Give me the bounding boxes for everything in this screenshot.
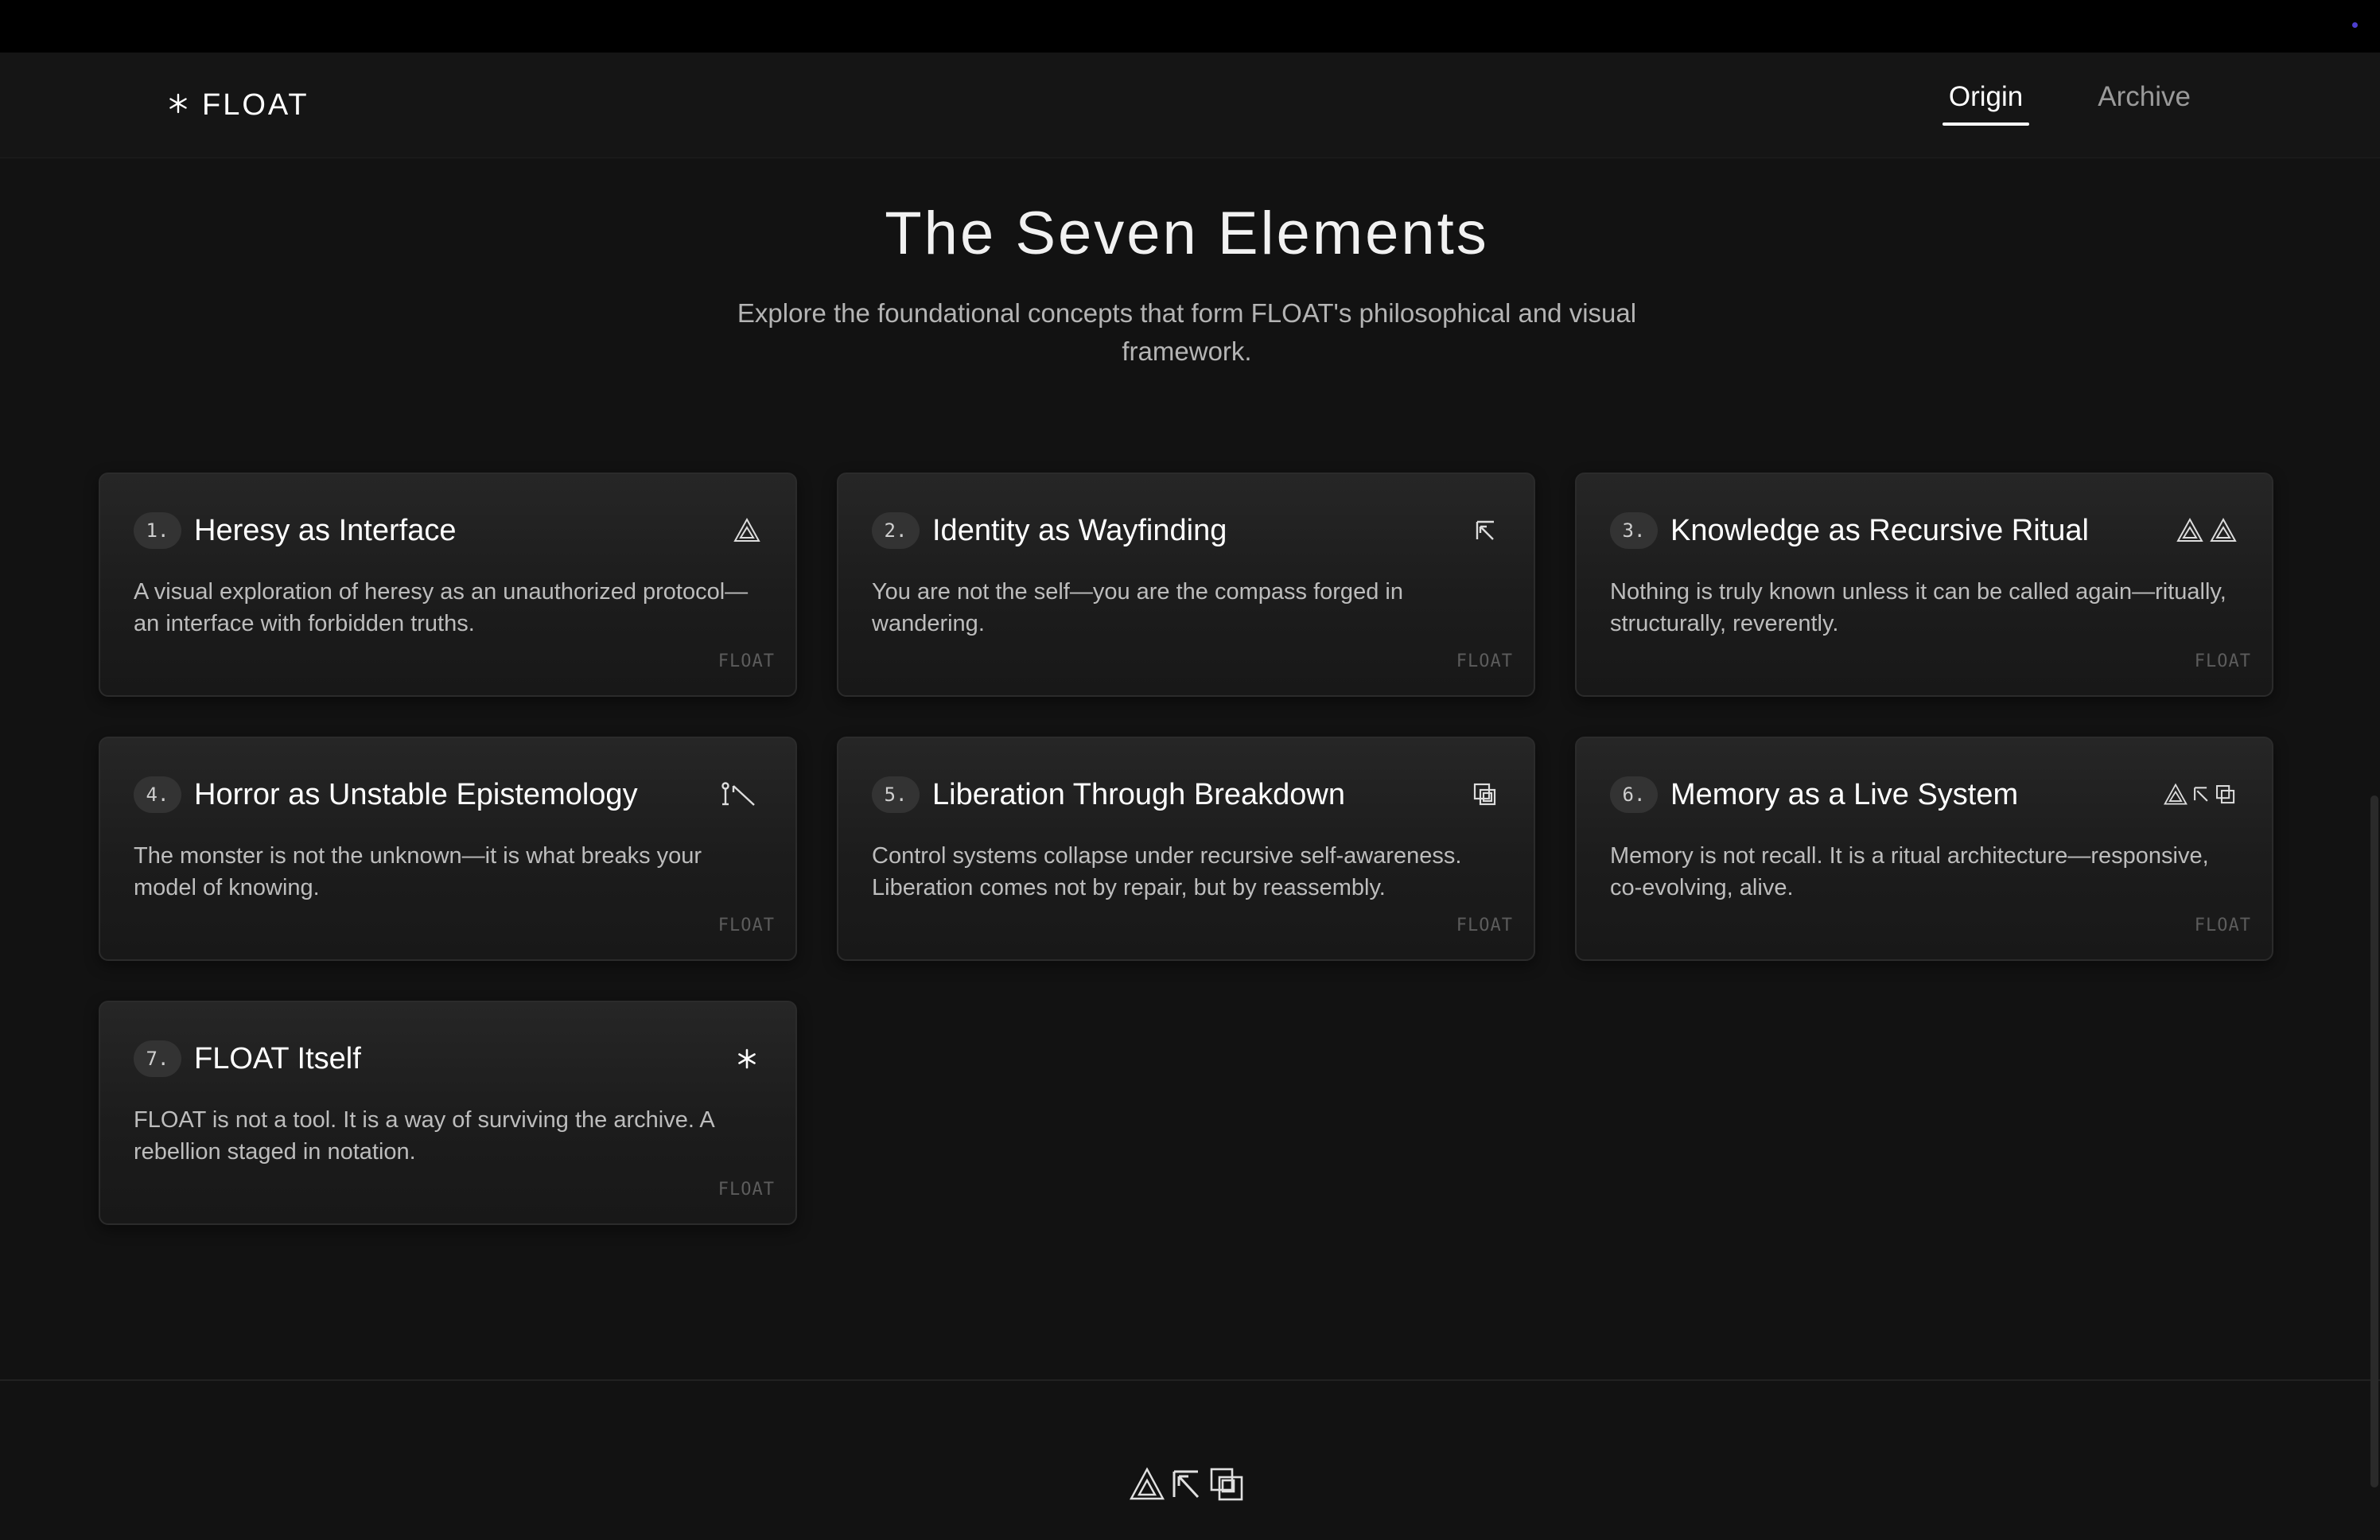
card-title: Knowledge as Recursive Ritual [1670, 513, 2089, 547]
card-number: 4. [134, 776, 181, 813]
card-description: You are not the self—you are the compass… [872, 579, 1403, 636]
card-description: Control systems collapse under recursive… [872, 843, 1462, 900]
window-top-bar [0, 0, 2380, 52]
card-title: Heresy as Interface [194, 513, 457, 547]
card-tag: FLOAT [718, 651, 775, 671]
element-card-2[interactable]: 2. Identity as Wayfinding You are not th… [837, 472, 1535, 697]
card-title: Liberation Through Breakdown [932, 777, 1345, 811]
card-number: 6. [1610, 776, 1658, 813]
triangle-icon [732, 515, 762, 546]
card-description: FLOAT is not a tool. It is a way of surv… [134, 1107, 714, 1165]
element-card-1[interactable]: 1. Heresy as Interface A visual explorat… [99, 472, 797, 697]
overlapping-squares-icon [1470, 780, 1500, 810]
site-header: FLOAT Origin Archive [0, 52, 2380, 158]
card-tag: FLOAT [718, 1180, 775, 1200]
status-dot [2352, 22, 2358, 28]
element-card-6[interactable]: 6. Memory as a Live System Memory is not… [1575, 737, 2273, 961]
card-tag: FLOAT [2194, 651, 2251, 671]
card-title: Horror as Unstable Epistemology [194, 777, 638, 811]
asterisk-icon [732, 1044, 762, 1074]
asterisk-icon [167, 92, 189, 119]
card-tag: FLOAT [2194, 916, 2251, 935]
footer-glyphs [1128, 1465, 1246, 1507]
element-card-4[interactable]: 4. Horror as Unstable Epistemology The m… [99, 737, 797, 961]
logo[interactable]: FLOAT [167, 81, 309, 129]
main-nav: Origin Archive [1942, 76, 2197, 126]
arrow-up-left-icon [1168, 1465, 1206, 1507]
double-triangle-icon [2175, 515, 2238, 546]
element-card-3[interactable]: 3. Knowledge as Recursive Ritual Nothing… [1575, 472, 2273, 697]
card-number: 7. [134, 1040, 181, 1077]
card-title: Identity as Wayfinding [932, 513, 1227, 547]
card-title: FLOAT Itself [194, 1041, 361, 1075]
card-description: Memory is not recall. It is a ritual arc… [1610, 843, 2209, 900]
overlapping-squares-icon [1208, 1465, 1246, 1507]
site-footer [0, 1379, 2380, 1540]
arrow-up-left-icon [1470, 515, 1500, 546]
card-tag: FLOAT [718, 916, 775, 935]
tab-archive[interactable]: Archive [2091, 76, 2197, 126]
logo-text: FLOAT [202, 88, 309, 122]
scrollbar[interactable] [2370, 795, 2378, 1488]
element-card-7[interactable]: 7. FLOAT Itself FLOAT is not a tool. It … [99, 1001, 797, 1225]
element-card-5[interactable]: 5. Liberation Through Breakdown Control … [837, 737, 1535, 961]
card-number: 5. [872, 776, 920, 813]
card-number: 1. [134, 512, 181, 549]
card-title: Memory as a Live System [1670, 777, 2019, 811]
card-description: Nothing is truly known unless it can be … [1610, 579, 2226, 636]
combined-glyphs-icon [2162, 781, 2238, 808]
tab-origin[interactable]: Origin [1942, 76, 2030, 126]
page-subtitle: Explore the foundational concepts that f… [737, 298, 1637, 366]
broken-line-icon [719, 780, 762, 810]
card-description: The monster is not the unknown—it is wha… [134, 843, 702, 900]
card-tag: FLOAT [1456, 916, 1513, 935]
card-description: A visual exploration of heresy as an una… [134, 579, 749, 636]
page-title: The Seven Elements [885, 200, 1489, 267]
card-number: 2. [872, 512, 920, 549]
card-tag: FLOAT [1456, 651, 1513, 671]
triangle-icon [1128, 1465, 1166, 1507]
card-number: 3. [1610, 512, 1658, 549]
